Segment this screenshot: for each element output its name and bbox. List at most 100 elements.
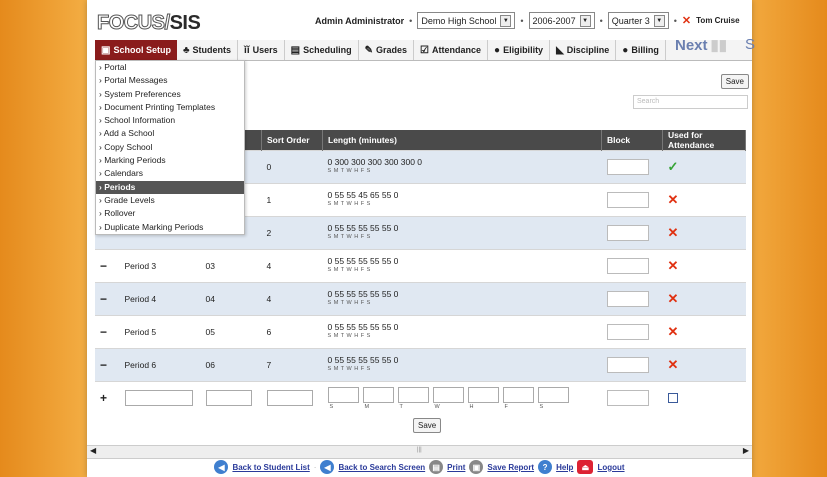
day-labels: SMTWHFS bbox=[329, 403, 544, 410]
current-user[interactable]: Tom Cruise bbox=[696, 16, 739, 25]
length-cell[interactable]: 0 55 55 55 55 55 0S M T W H F S bbox=[322, 348, 602, 382]
menu-item-copy-school[interactable]: › Copy School bbox=[96, 141, 244, 154]
period-short-name[interactable]: 06 bbox=[200, 348, 262, 382]
menu-item-rollover[interactable]: › Rollover bbox=[96, 207, 244, 220]
menu-item-school-information[interactable]: › School Information bbox=[96, 114, 244, 127]
tab-scheduling[interactable]: ▤ Scheduling bbox=[285, 40, 359, 60]
x-icon[interactable]: ✕ bbox=[668, 258, 679, 273]
tab-discipline[interactable]: ◣ Discipline bbox=[550, 40, 617, 60]
table-row: − Period 4 04 4 0 55 55 55 55 55 0S M T … bbox=[95, 282, 746, 316]
tab-users[interactable]: ǐǐ Users bbox=[238, 40, 285, 60]
new-length-input[interactable] bbox=[362, 386, 394, 403]
remove-icon[interactable]: − bbox=[100, 259, 107, 273]
add-icon[interactable]: + bbox=[100, 391, 107, 405]
year-select[interactable]: 2006-2007 ▼ bbox=[528, 12, 595, 29]
new-sort-order-input[interactable] bbox=[266, 390, 313, 406]
new-attendance-checkbox[interactable] bbox=[667, 393, 678, 403]
block-input[interactable] bbox=[606, 357, 649, 373]
x-icon[interactable]: ✕ bbox=[668, 291, 679, 306]
period-short-name[interactable]: 03 bbox=[200, 249, 262, 283]
sort-order[interactable]: 1 bbox=[261, 183, 323, 217]
print-link[interactable]: Print bbox=[447, 463, 465, 472]
menu-item-system-preferences[interactable]: › System Preferences bbox=[96, 88, 244, 101]
next-icon: ▮▮ bbox=[710, 37, 728, 54]
save-button-bottom[interactable]: Save bbox=[413, 418, 442, 433]
school-select[interactable]: Demo High School ▼ bbox=[417, 12, 516, 29]
search-input[interactable]: Search bbox=[633, 95, 748, 109]
menu-item-document-templates[interactable]: › Document Printing Templates bbox=[96, 101, 244, 114]
block-input[interactable] bbox=[606, 291, 649, 307]
new-title-input[interactable] bbox=[124, 390, 193, 406]
menu-item-portal-messages[interactable]: › Portal Messages bbox=[96, 74, 244, 87]
period-short-name[interactable]: 05 bbox=[200, 315, 262, 349]
block-input[interactable] bbox=[606, 324, 649, 340]
length-cell[interactable]: 0 55 55 45 65 55 0S M T W H F S bbox=[322, 183, 602, 217]
back-to-search-link[interactable]: Back to Search Screen bbox=[338, 463, 425, 472]
remove-icon[interactable]: − bbox=[100, 358, 107, 372]
new-length-input[interactable] bbox=[397, 386, 429, 403]
menu-item-calendars[interactable]: › Calendars bbox=[96, 167, 244, 180]
next-button[interactable]: Next ▮▮ bbox=[675, 36, 727, 54]
sort-order[interactable]: 0 bbox=[261, 150, 323, 184]
menu-item-portal[interactable]: › Portal bbox=[96, 61, 244, 74]
menu-item-duplicate-marking-periods[interactable]: › Duplicate Marking Periods bbox=[96, 221, 244, 234]
new-length-input[interactable] bbox=[502, 386, 534, 403]
scroll-right-icon[interactable]: ▶ bbox=[743, 446, 749, 455]
period-title[interactable]: Period 6 bbox=[119, 348, 201, 382]
new-length-input[interactable] bbox=[432, 386, 464, 403]
sort-order[interactable]: 2 bbox=[261, 216, 323, 250]
block-input[interactable] bbox=[606, 258, 649, 274]
sort-order[interactable]: 6 bbox=[261, 315, 323, 349]
menu-item-add-school[interactable]: › Add a School bbox=[96, 127, 244, 140]
menu-item-periods[interactable]: › Periods bbox=[96, 180, 244, 194]
new-block-input[interactable] bbox=[606, 390, 649, 406]
tab-attendance[interactable]: ☑ Attendance bbox=[414, 40, 489, 60]
close-icon[interactable]: ✕ bbox=[682, 14, 691, 27]
period-title[interactable]: Period 3 bbox=[119, 249, 201, 283]
new-length-input[interactable] bbox=[327, 386, 359, 403]
x-icon[interactable]: ✕ bbox=[668, 357, 679, 372]
new-short-name-input[interactable] bbox=[205, 390, 252, 406]
new-length-input[interactable] bbox=[537, 386, 569, 403]
col-header-sort-order: Sort Order bbox=[261, 130, 323, 151]
remove-icon[interactable]: − bbox=[100, 325, 107, 339]
length-cell[interactable]: 0 55 55 55 55 55 0S M T W H F S bbox=[322, 315, 602, 349]
sort-order[interactable]: 4 bbox=[261, 282, 323, 316]
block-input[interactable] bbox=[606, 192, 649, 208]
check-icon[interactable]: ✓ bbox=[668, 159, 679, 174]
tab-students[interactable]: ♣ Students bbox=[177, 40, 239, 60]
length-cell[interactable]: 0 55 55 55 55 55 0S M T W H F S bbox=[322, 249, 602, 283]
app-logo: FOCUS/SIS bbox=[97, 12, 201, 35]
grades-icon: ✎ bbox=[364, 44, 373, 56]
x-icon[interactable]: ✕ bbox=[668, 324, 679, 339]
block-input[interactable] bbox=[606, 159, 649, 175]
x-icon[interactable]: ✕ bbox=[668, 192, 679, 207]
x-icon[interactable]: ✕ bbox=[668, 225, 679, 240]
tab-eligibility[interactable]: ● Eligibility bbox=[488, 40, 551, 60]
save-button[interactable]: Save bbox=[720, 74, 749, 89]
length-cell[interactable]: 0 55 55 55 55 55 0S M T W H F S bbox=[322, 216, 602, 250]
remove-icon[interactable]: − bbox=[100, 292, 107, 306]
period-short-name[interactable]: 04 bbox=[200, 282, 262, 316]
block-input[interactable] bbox=[606, 225, 649, 241]
back-to-student-list-link[interactable]: Back to Student List bbox=[232, 463, 309, 472]
sort-order[interactable]: 4 bbox=[261, 249, 323, 283]
tab-billing[interactable]: ● Billing bbox=[616, 40, 666, 60]
menu-item-grade-levels[interactable]: › Grade Levels bbox=[96, 194, 244, 207]
help-link[interactable]: Help bbox=[556, 463, 573, 472]
menu-item-marking-periods[interactable]: › Marking Periods bbox=[96, 154, 244, 167]
quarter-select[interactable]: Quarter 3 ▼ bbox=[607, 12, 669, 29]
scroll-grip-icon: ||| bbox=[417, 447, 422, 453]
sort-order[interactable]: 7 bbox=[261, 348, 323, 382]
period-title[interactable]: Period 4 bbox=[119, 282, 201, 316]
length-cell[interactable]: 0 300 300 300 300 300 0S M T W H F S bbox=[322, 150, 602, 184]
logout-link[interactable]: Logout bbox=[597, 463, 624, 472]
length-cell[interactable]: 0 55 55 55 55 55 0S M T W H F S bbox=[322, 282, 602, 316]
scroll-left-icon[interactable]: ◀ bbox=[90, 446, 96, 455]
period-title[interactable]: Period 5 bbox=[119, 315, 201, 349]
tab-school-setup[interactable]: ▣ School Setup bbox=[95, 40, 177, 60]
back-arrow-icon: ◀ bbox=[214, 460, 229, 474]
new-length-input[interactable] bbox=[467, 386, 499, 403]
tab-grades[interactable]: ✎ Grades bbox=[359, 40, 415, 60]
save-report-link[interactable]: Save Report bbox=[487, 463, 534, 472]
